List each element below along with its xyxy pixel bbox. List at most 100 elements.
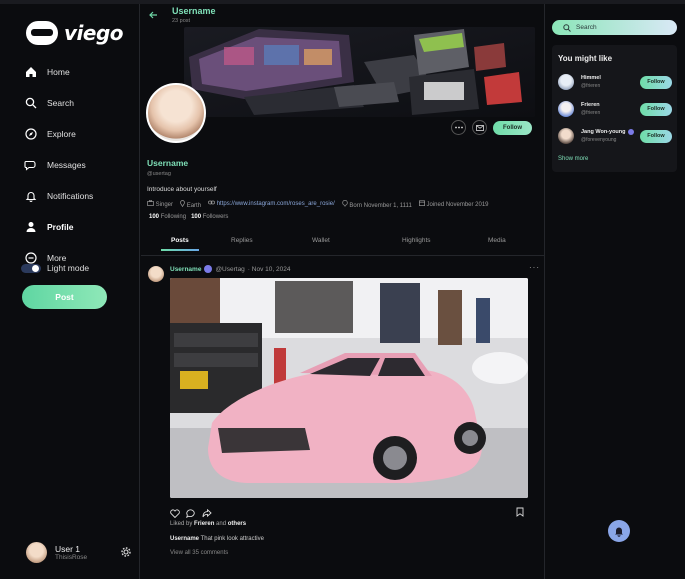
current-user-name: User 1 bbox=[55, 544, 81, 554]
suggestion-name: Jang Won-young bbox=[581, 129, 626, 135]
followers-stat[interactable]: 100 Followers bbox=[191, 214, 228, 220]
nav-messages-label: Messages bbox=[47, 159, 86, 170]
followers-label: Followers bbox=[202, 214, 229, 220]
joined-meta: Joined November 2019 bbox=[418, 200, 489, 209]
post-header: Username @Usertag · Nov 10, 2024 bbox=[170, 265, 290, 273]
avatar[interactable] bbox=[26, 542, 47, 563]
toggle-switch[interactable] bbox=[21, 263, 41, 273]
active-tab-indicator bbox=[161, 249, 199, 251]
toggle-knob bbox=[32, 264, 39, 272]
post-author-handle[interactable]: @Usertag bbox=[215, 266, 244, 273]
profile-main: Username 23 post Follow Username @userta… bbox=[141, 4, 545, 579]
nav-profile-label: Profile bbox=[47, 221, 74, 232]
joined-text: Joined November 2019 bbox=[426, 202, 489, 208]
tab-posts[interactable]: Posts bbox=[171, 237, 189, 244]
home-icon bbox=[24, 65, 37, 78]
view-comments-link[interactable]: View all 35 comments bbox=[170, 550, 228, 556]
current-user-card[interactable]: User 1 ThisisRose bbox=[26, 542, 131, 563]
post-caption: Username That pink look attractive bbox=[170, 536, 264, 542]
notification-fab[interactable] bbox=[608, 520, 630, 542]
liked-user[interactable]: Frieren bbox=[194, 521, 214, 527]
followers-count: 100 bbox=[191, 214, 202, 220]
gear-icon[interactable] bbox=[121, 544, 131, 562]
follow-button[interactable]: Follow bbox=[640, 129, 672, 143]
nav-messages[interactable]: Messages bbox=[24, 149, 93, 180]
occupation-text: Singer bbox=[155, 202, 174, 208]
post-author-avatar[interactable] bbox=[148, 266, 164, 282]
theme-toggle[interactable]: Light mode bbox=[21, 263, 89, 273]
profile-link[interactable]: https://www.instagram.com/roses_are_rosi… bbox=[217, 201, 335, 207]
nav-more-label: More bbox=[47, 252, 67, 263]
tab-wallet[interactable]: Wallet bbox=[312, 237, 330, 244]
follow-button[interactable]: Follow bbox=[640, 75, 672, 89]
calendar-icon bbox=[418, 200, 425, 206]
bell-icon bbox=[615, 527, 623, 537]
link-icon bbox=[208, 200, 215, 205]
location-meta: Earth bbox=[180, 200, 201, 209]
verified-badge-icon bbox=[204, 265, 213, 273]
nav-notifications-label: Notifications bbox=[47, 190, 94, 201]
back-arrow-icon[interactable] bbox=[148, 10, 158, 23]
balloon-icon bbox=[342, 199, 348, 207]
compass-icon bbox=[24, 127, 37, 140]
bell-icon bbox=[24, 189, 37, 202]
liked-others[interactable]: others bbox=[228, 521, 246, 527]
post-author-name[interactable]: Username bbox=[170, 266, 201, 273]
nav-search[interactable]: Search bbox=[24, 87, 93, 118]
header-username: Username bbox=[172, 6, 216, 16]
profile-actions: Follow bbox=[451, 120, 532, 135]
ellipsis-icon bbox=[454, 126, 463, 129]
following-stat[interactable]: 100 Following bbox=[149, 214, 186, 220]
profile-tabs: Posts Replies Wallet Highlights Media bbox=[141, 232, 545, 256]
search-icon bbox=[24, 96, 37, 109]
profile-handle: @usertag bbox=[147, 171, 171, 177]
nav-notifications[interactable]: Notifications bbox=[24, 180, 93, 211]
profile-bio: Introduce about yourself bbox=[147, 186, 217, 193]
bookmark-icon[interactable] bbox=[516, 504, 524, 522]
user-icon bbox=[24, 220, 37, 233]
message-button[interactable] bbox=[472, 120, 487, 135]
suggestion-item[interactable]: Jang Won-young @forevenyoung Follow bbox=[558, 126, 672, 146]
occupation-meta: Singer bbox=[147, 200, 173, 209]
current-user-handle: ThisisRose bbox=[55, 554, 88, 561]
post-image[interactable] bbox=[170, 278, 528, 498]
suggestions-panel: You might like Himmel @frieren Follow Fr… bbox=[552, 45, 677, 172]
tab-media[interactable]: Media bbox=[488, 237, 506, 244]
brand-logo[interactable]: viego bbox=[26, 21, 124, 45]
show-more-link[interactable]: Show more bbox=[558, 156, 588, 162]
tab-replies[interactable]: Replies bbox=[231, 237, 253, 244]
nav-explore[interactable]: Explore bbox=[24, 118, 93, 149]
post-more-icon[interactable]: ··· bbox=[529, 263, 540, 272]
follow-stats: 100 Following 100 Followers bbox=[149, 214, 228, 220]
briefcase-icon bbox=[147, 200, 154, 206]
suggestion-name: Himmel bbox=[581, 75, 601, 81]
suggestion-name: Frieren bbox=[581, 102, 600, 108]
caption-text: That pink look attractive bbox=[200, 536, 264, 542]
avatar[interactable] bbox=[558, 128, 574, 144]
search-input[interactable]: Search bbox=[552, 20, 677, 35]
following-count: 100 bbox=[149, 214, 160, 220]
suggestions-title: You might like bbox=[558, 54, 613, 63]
location-pin-icon bbox=[180, 200, 185, 208]
follow-button[interactable]: Follow bbox=[640, 102, 672, 116]
avatar[interactable] bbox=[558, 101, 574, 117]
post-button[interactable]: Post bbox=[22, 285, 107, 309]
tab-highlights[interactable]: Highlights bbox=[402, 237, 431, 244]
profile-name: Username bbox=[147, 158, 189, 168]
verified-badge-icon bbox=[627, 129, 634, 135]
nav-profile[interactable]: Profile bbox=[24, 211, 93, 242]
location-text: Earth bbox=[186, 203, 202, 209]
avatar[interactable] bbox=[558, 74, 574, 90]
suggestion-handle: @frieren bbox=[581, 83, 601, 89]
nav-home[interactable]: Home bbox=[24, 56, 93, 87]
sidebar: viego Home Search Explore Messages Notif… bbox=[0, 4, 140, 579]
theme-toggle-label: Light mode bbox=[47, 263, 90, 273]
caption-user[interactable]: Username bbox=[170, 536, 199, 542]
more-options-button[interactable] bbox=[451, 120, 466, 135]
profile-avatar[interactable] bbox=[146, 83, 206, 143]
link-meta[interactable]: https://www.instagram.com/roses_are_rosi… bbox=[208, 200, 335, 209]
suggestion-item[interactable]: Himmel @frieren Follow bbox=[558, 72, 672, 92]
suggestion-item[interactable]: Frieren @frieren Follow bbox=[558, 99, 672, 119]
search-placeholder: Search bbox=[576, 24, 597, 31]
follow-button[interactable]: Follow bbox=[493, 120, 532, 135]
